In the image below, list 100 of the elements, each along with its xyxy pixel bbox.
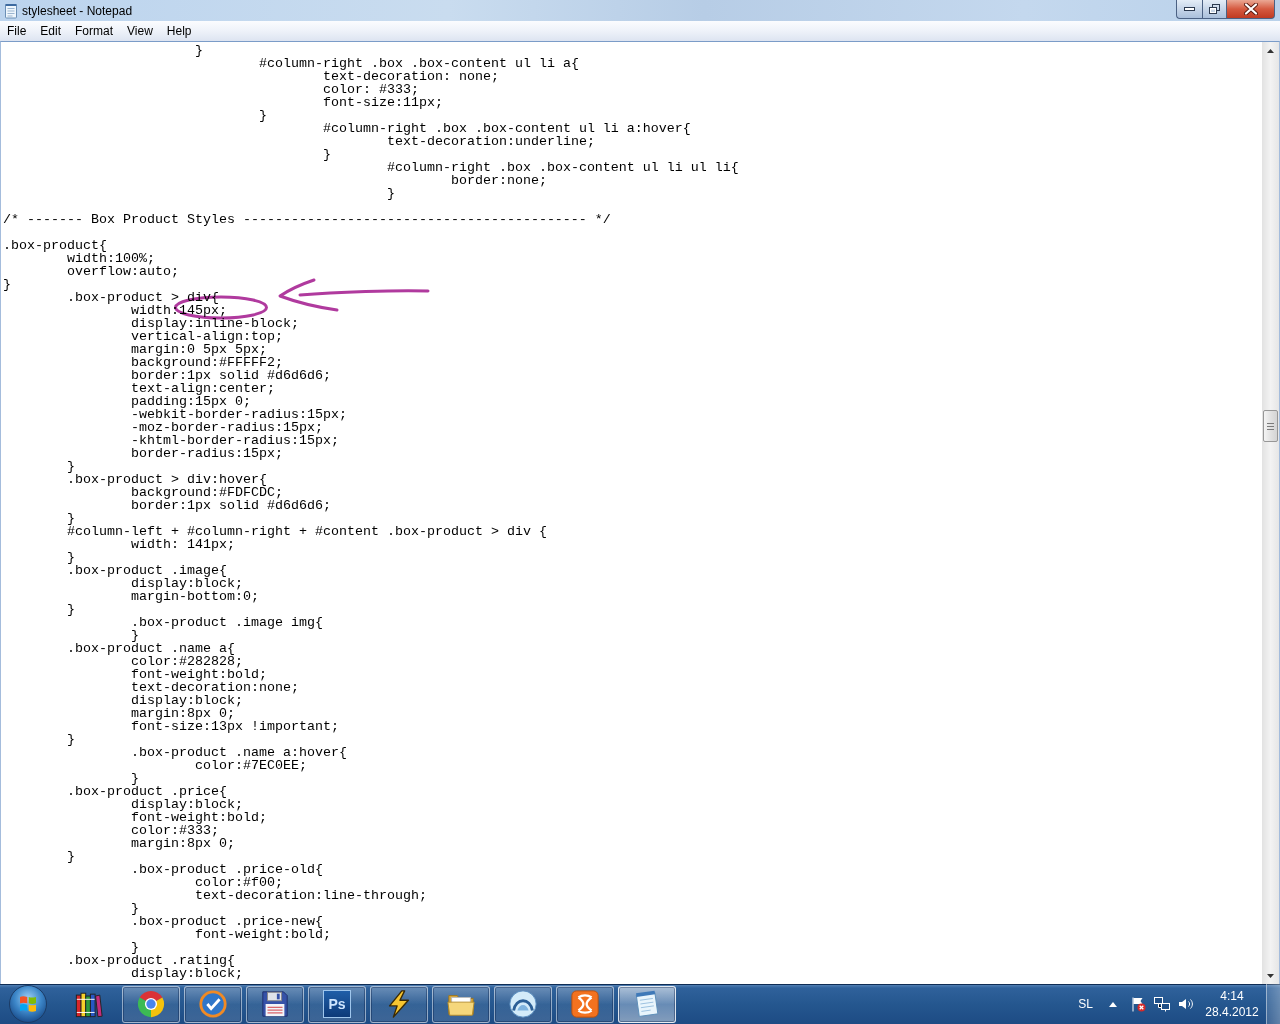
- clock-date[interactable]: 28.4.2012: [1205, 1004, 1259, 1020]
- knot-tile-icon: [570, 989, 600, 1019]
- menu-item[interactable]: Format: [68, 22, 121, 40]
- code-line: margin:8px 0;: [131, 836, 235, 851]
- code-line: display:inline-block;: [131, 316, 299, 331]
- code-line: overflow:auto;: [67, 264, 179, 279]
- restore-icon: [1209, 4, 1220, 14]
- code-line: #column-right .box .box-content ul li a{: [258, 56, 579, 71]
- code-line: .box-product{: [3, 238, 107, 253]
- code-line: color: #333;: [322, 82, 419, 97]
- flag-icon[interactable]: [1130, 996, 1146, 1012]
- code-line: border:1px solid #d6d6d6;: [131, 368, 331, 383]
- taskbar-button[interactable]: [432, 985, 490, 1023]
- code-line: display:block;: [131, 576, 243, 591]
- menu-item[interactable]: View: [120, 22, 160, 40]
- code-line: }: [386, 186, 395, 201]
- code-line: }: [67, 550, 75, 565]
- code-line: background:#FDFCDC;: [131, 485, 283, 500]
- scrollbar-thumb[interactable]: [1263, 410, 1278, 442]
- code-line: .box-product > div:hover{: [67, 472, 267, 487]
- code-line: margin:8px 0;: [131, 706, 235, 721]
- code-line: -webkit-border-radius:15px;: [131, 407, 347, 422]
- code-line: font-weight:bold;: [194, 927, 331, 942]
- code-line: .box-product .rating{: [67, 953, 235, 968]
- code-line: display:block;: [131, 693, 243, 708]
- menu-item[interactable]: Help: [159, 22, 199, 40]
- code-line: }: [131, 940, 139, 955]
- code-line: text-decoration:line-through;: [194, 888, 427, 903]
- taskbar-button[interactable]: [556, 985, 614, 1023]
- close-button[interactable]: [1227, 0, 1275, 19]
- network-icon[interactable]: [1154, 996, 1170, 1012]
- minimize-icon: [1184, 7, 1195, 11]
- taskbar-button[interactable]: [370, 985, 428, 1023]
- code-line: color:#7EC0EE;: [194, 758, 307, 773]
- notepad-icon: [3, 2, 19, 19]
- restore-button[interactable]: [1202, 0, 1227, 19]
- code-line: font-weight:bold;: [131, 667, 267, 682]
- code-line: color:#282828;: [131, 654, 243, 669]
- minimize-button[interactable]: [1176, 0, 1202, 19]
- code-line: .box-product .price-new{: [131, 914, 323, 929]
- clock-time[interactable]: 4:14: [1220, 988, 1244, 1004]
- checkmark-circle-icon: [198, 989, 228, 1019]
- taskbar-button[interactable]: Ps: [308, 985, 366, 1023]
- code-line: }: [3, 277, 11, 292]
- caret-up-icon[interactable]: [1109, 1001, 1117, 1007]
- window-title: stylesheet - Notepad: [22, 2, 133, 19]
- code-line: background:#FFFFF2;: [131, 355, 283, 370]
- code-line: }: [67, 511, 75, 526]
- code-line: text-decoration:none;: [131, 680, 299, 695]
- code-line: #column-left + #column-right + #content .box-product > div {: [67, 524, 547, 539]
- code-line: width:100%;: [67, 251, 155, 266]
- code-line: .box-product .price{: [67, 784, 227, 799]
- code-line: text-decoration:underline;: [386, 134, 595, 149]
- code-line: border:1px solid #d6d6d6;: [131, 498, 331, 513]
- language-indicator[interactable]: SL: [1078, 996, 1093, 1012]
- code-line: vertical-align:top;: [131, 329, 283, 344]
- code-line: .box-product .name a{: [67, 641, 235, 656]
- start-button[interactable]: [9, 985, 47, 1023]
- code-line: width: 141px;: [131, 537, 235, 552]
- code-line: .box-product .image{: [67, 563, 227, 578]
- code-line: text-decoration: none;: [322, 69, 499, 84]
- code-line: #column-right .box .box-content ul li ul li{: [386, 160, 739, 175]
- code-line: border-radius:15px;: [131, 446, 283, 461]
- code-line: }: [322, 147, 331, 162]
- code-line: }: [131, 771, 139, 786]
- dome-icon: [508, 989, 538, 1019]
- grip-icon: [1267, 422, 1274, 430]
- code-line: margin-bottom:0;: [131, 589, 259, 604]
- code-line: }: [67, 459, 75, 474]
- taskbar-button[interactable]: [184, 985, 242, 1023]
- code-line: font-weight:bold;: [131, 810, 267, 825]
- caret-up-icon: [1267, 48, 1274, 53]
- code-line: color:#f00;: [194, 875, 283, 890]
- speaker-icon[interactable]: [1178, 996, 1194, 1012]
- taskbar-button[interactable]: [494, 985, 552, 1023]
- code-line: /* ------- Box Product Styles ------------------------------------------- */: [3, 212, 611, 227]
- code-line: font-size:11px;: [322, 95, 443, 110]
- code-line: }: [67, 849, 75, 864]
- color-ring-icon: [136, 989, 166, 1019]
- code-line: display:block;: [131, 797, 243, 812]
- menu-item[interactable]: Edit: [33, 22, 69, 40]
- code-line: -moz-border-radius:15px;: [131, 420, 323, 435]
- close-icon: [1243, 3, 1258, 15]
- code-line: color:#333;: [131, 823, 219, 838]
- code-line: }: [258, 108, 267, 123]
- taskbar-button[interactable]: [618, 985, 676, 1023]
- code-line: .box-product .name a:hover{: [131, 745, 347, 760]
- code-line: }: [131, 901, 139, 916]
- code-line: -khtml-border-radius:15px;: [131, 433, 339, 448]
- taskbar-button[interactable]: [122, 985, 180, 1023]
- caret-down-icon: [1267, 973, 1274, 978]
- code-line: }: [131, 628, 139, 643]
- code-line: #column-right .box .box-content ul li a:hover{: [322, 121, 691, 136]
- code-line: font-size:13px !important;: [131, 719, 339, 734]
- taskbar-button[interactable]: [246, 985, 304, 1023]
- code-line: }: [67, 602, 75, 617]
- four-pane-flag-icon: [19, 995, 37, 1013]
- code-line: }: [67, 732, 75, 747]
- code-line: padding:15px 0;: [131, 394, 251, 409]
- menu-item[interactable]: File: [0, 22, 34, 40]
